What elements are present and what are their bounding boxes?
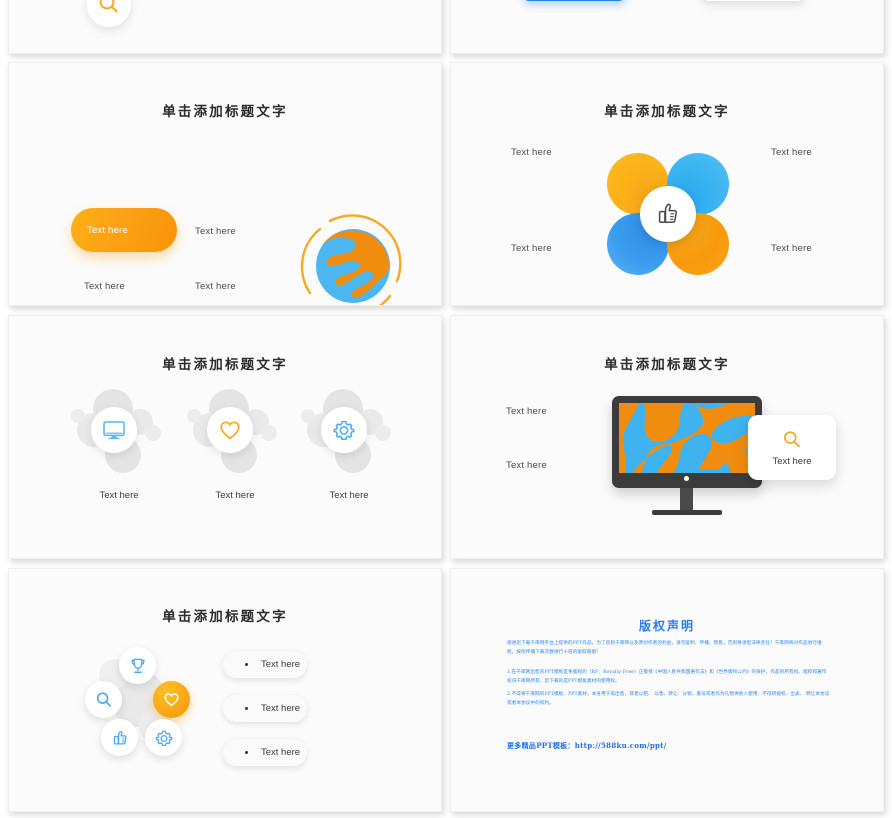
slide-6-title: 单击添加标题文字 (604, 357, 730, 373)
heart-icon-disc-active[interactable] (153, 681, 190, 718)
gear-icon (333, 420, 355, 441)
monitor-graphic (606, 394, 768, 524)
bullet-pill-1[interactable]: Text here (223, 651, 307, 678)
bullet-pill-2[interactable]: Text here (223, 695, 307, 722)
globe-graphic (296, 209, 411, 305)
monitor-icon (103, 421, 125, 440)
copyright-paragraph-2: 1.在千库网出售的PPT模板是免版权的（RF：Royalty-Free）正版受《… (507, 670, 827, 684)
search-callout-card[interactable]: Text here (748, 415, 836, 480)
gear-icon-disc[interactable] (321, 407, 367, 453)
decorative-blob (261, 425, 277, 441)
icon-cluster-monitor[interactable] (71, 389, 167, 479)
bullet-label-1: Text here (261, 659, 301, 670)
bullet-pill-3[interactable]: Text here (223, 739, 307, 766)
slide-3-label-1: Text here (195, 226, 236, 237)
copyright-paragraph-3: 2.不得将千库网的PPT模板、PPT素材，本身用于再出售，或者以租、 以售、转让… (507, 692, 830, 706)
decorative-blob (375, 425, 391, 441)
thumbs-up-icon (113, 730, 127, 745)
gear-icon-disc[interactable] (145, 719, 182, 756)
slide-3-label-2: Text here (84, 281, 125, 292)
slide-thumbnail-1[interactable] (8, 0, 442, 54)
icon-ring-graphic (81, 647, 201, 767)
bullet-label-2: Text here (261, 703, 301, 714)
slide-4-label-3: Text here (511, 243, 552, 254)
slide-7-title: 单击添加标题文字 (162, 609, 288, 625)
copyright-link[interactable]: 更多精品PPT模板：http://588ku.com/ppt/ (507, 741, 667, 751)
bullet-dot (245, 663, 248, 666)
heart-icon (164, 693, 179, 707)
slide-thumbnail-3[interactable]: 单击添加标题文字 Text here Text here Text here T… (8, 62, 442, 306)
slide-grid-page: 单击添加标题文字 Text here Text here Text here T… (0, 0, 892, 818)
heart-icon-disc[interactable] (207, 407, 253, 453)
monitor-base (652, 510, 722, 515)
slide-6-label-2: Text here (506, 460, 547, 471)
slide-thumbnail-6[interactable]: 单击添加标题文字 Text here Text here Text here (450, 315, 884, 559)
trophy-icon-disc[interactable] (119, 647, 156, 684)
abstract-wallpaper (619, 403, 755, 473)
search-icon-disc (87, 0, 131, 27)
white-button[interactable] (701, 0, 805, 1)
icon-cluster-gear[interactable] (301, 389, 397, 479)
bullet-dot (245, 751, 248, 754)
monitor-power-led (684, 476, 689, 481)
search-icon-disc[interactable] (85, 681, 122, 718)
search-icon (784, 430, 800, 447)
cluster-label-1: Text here (99, 490, 139, 501)
cluster-label-2: Text here (215, 490, 255, 501)
bullet-dot (245, 707, 248, 710)
gear-icon (155, 730, 172, 746)
slide-4-title: 单击添加标题文字 (604, 104, 730, 120)
slide-4-label-2: Text here (771, 147, 812, 158)
slide-thumbnail-7[interactable]: 单击添加标题文字 Text here Text here Text here (8, 568, 442, 812)
slide-4-label-4: Text here (771, 243, 812, 254)
icon-cluster-heart[interactable] (187, 389, 283, 479)
monitor-icon-disc[interactable] (91, 407, 137, 453)
search-icon (96, 691, 111, 707)
orange-pill-button[interactable]: Text here (71, 208, 177, 252)
copyright-title: 版权声明 (638, 619, 695, 633)
monitor-screen (619, 403, 755, 473)
cluster-label-3: Text here (329, 490, 369, 501)
monitor-neck (680, 488, 693, 510)
decorative-blob (145, 425, 161, 441)
blue-button[interactable] (523, 0, 625, 1)
decorative-blob (301, 409, 315, 423)
four-petal-graphic (607, 153, 731, 277)
thumbs-up-icon-disc[interactable] (101, 719, 138, 756)
slide-thumbnail-2[interactable] (450, 0, 884, 54)
slide-thumbnail-5[interactable]: 单击添加标题文字 Text here Text here Text here (8, 315, 442, 559)
orange-pill-label: Text here (87, 224, 128, 236)
globe-icon (300, 214, 402, 305)
slide-6-label-1: Text here (506, 406, 547, 417)
search-icon (99, 0, 118, 13)
slide-4-label-1: Text here (511, 147, 552, 158)
slide-3-label-3: Text here (195, 281, 236, 292)
decorative-blob (71, 409, 85, 423)
trophy-icon (130, 658, 145, 673)
heart-icon (220, 421, 240, 440)
bullet-label-3: Text here (261, 747, 301, 758)
petal-center-disc (640, 186, 696, 242)
decorative-blob (187, 409, 201, 423)
slide-thumbnail-4[interactable]: 单击添加标题文字 Text here Text here Text here T… (450, 62, 884, 306)
slide-5-title: 单击添加标题文字 (162, 357, 288, 373)
thumbs-up-icon (658, 203, 677, 224)
slide-3-title: 单击添加标题文字 (162, 104, 288, 120)
search-callout-label: Text here (772, 455, 812, 467)
slide-thumbnail-8[interactable]: 版权声明 感谢您下载千库网平台上提供的PPT作品，为了您和千库网以及原创作者的利… (450, 568, 884, 812)
copyright-paragraph-1: 感谢您下载千库网平台上提供的PPT作品，为了您和千库网以及原创作者的利益，请勿复… (507, 641, 822, 655)
